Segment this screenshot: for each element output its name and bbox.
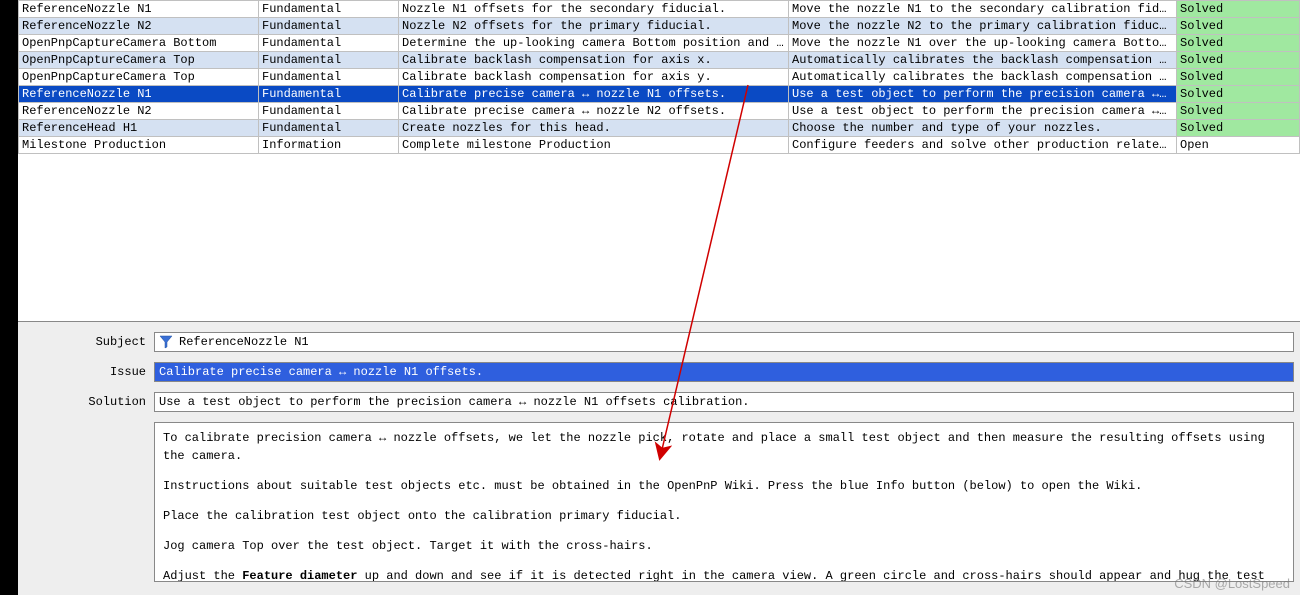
cell-status: Solved — [1177, 35, 1300, 52]
desc-line: Instructions about suitable test objects… — [163, 477, 1285, 495]
cell-solution: Choose the number and type of your nozzl… — [789, 120, 1177, 137]
cell-solution: Use a test object to perform the precisi… — [789, 86, 1177, 103]
issues-table-area: ReferenceNozzle N1FundamentalNozzle N1 o… — [18, 0, 1300, 322]
cell-status: Open — [1177, 137, 1300, 154]
cell-severity: Fundamental — [259, 120, 399, 137]
table-row[interactable]: ReferenceNozzle N1FundamentalNozzle N1 o… — [19, 1, 1300, 18]
solution-value: Use a test object to perform the precisi… — [159, 393, 750, 411]
cell-issue: Calibrate backlash compensation for axis… — [399, 69, 789, 86]
left-gutter — [0, 0, 18, 595]
detail-panel: Subject ReferenceNozzle N1 Issue Calibra… — [18, 322, 1300, 595]
cell-status: Solved — [1177, 1, 1300, 18]
cell-subject: OpenPnpCaptureCamera Top — [19, 52, 259, 69]
cell-solution: Automatically calibrates the backlash co… — [789, 69, 1177, 86]
cell-issue: Complete milestone Production — [399, 137, 789, 154]
table-row[interactable]: ReferenceNozzle N2FundamentalCalibrate p… — [19, 103, 1300, 120]
issue-label: Issue — [24, 365, 154, 379]
cell-status: Solved — [1177, 69, 1300, 86]
description-box[interactable]: To calibrate precision camera ↔ nozzle o… — [154, 422, 1294, 582]
cell-issue: Calibrate precise camera ↔ nozzle N2 off… — [399, 103, 789, 120]
table-row[interactable]: OpenPnpCaptureCamera BottomFundamentalDe… — [19, 35, 1300, 52]
desc-line: Jog camera Top over the test object. Tar… — [163, 537, 1285, 555]
cell-status: Solved — [1177, 120, 1300, 137]
cell-status: Solved — [1177, 86, 1300, 103]
issue-field[interactable]: Calibrate precise camera ↔ nozzle N1 off… — [154, 362, 1294, 382]
funnel-icon — [159, 335, 173, 349]
desc-line: Place the calibration test object onto t… — [163, 507, 1285, 525]
cell-status: Solved — [1177, 18, 1300, 35]
desc-line: To calibrate precision camera ↔ nozzle o… — [163, 429, 1285, 465]
cell-subject: ReferenceNozzle N2 — [19, 18, 259, 35]
cell-solution: Move the nozzle N1 to the secondary cali… — [789, 1, 1177, 18]
subject-label: Subject — [24, 335, 154, 349]
table-row[interactable]: ReferenceHead H1FundamentalCreate nozzle… — [19, 120, 1300, 137]
cell-solution: Use a test object to perform the precisi… — [789, 103, 1177, 120]
cell-issue: Determine the up-looking camera Bottom p… — [399, 35, 789, 52]
cell-issue: Calibrate backlash compensation for axis… — [399, 52, 789, 69]
cell-subject: OpenPnpCaptureCamera Bottom — [19, 35, 259, 52]
cell-solution: Automatically calibrates the backlash co… — [789, 52, 1177, 69]
table-row[interactable]: ReferenceNozzle N1FundamentalCalibrate p… — [19, 86, 1300, 103]
cell-issue: Nozzle N1 offsets for the secondary fidu… — [399, 1, 789, 18]
cell-issue: Create nozzles for this head. — [399, 120, 789, 137]
cell-issue: Calibrate precise camera ↔ nozzle N1 off… — [399, 86, 789, 103]
cell-severity: Fundamental — [259, 1, 399, 18]
cell-subject: ReferenceHead H1 — [19, 120, 259, 137]
cell-severity: Fundamental — [259, 35, 399, 52]
table-row[interactable]: ReferenceNozzle N2FundamentalNozzle N2 o… — [19, 18, 1300, 35]
cell-subject: ReferenceNozzle N2 — [19, 103, 259, 120]
cell-severity: Fundamental — [259, 18, 399, 35]
watermark: CSDN @LostSpeed — [1174, 576, 1290, 591]
subject-value: ReferenceNozzle N1 — [179, 333, 309, 351]
desc-line: Adjust the Feature diameter up and down … — [163, 567, 1285, 582]
subject-field[interactable]: ReferenceNozzle N1 — [154, 332, 1294, 352]
cell-solution: Move the nozzle N2 to the primary calibr… — [789, 18, 1177, 35]
issues-table[interactable]: ReferenceNozzle N1FundamentalNozzle N1 o… — [18, 0, 1300, 154]
cell-subject: Milestone Production — [19, 137, 259, 154]
cell-solution: Configure feeders and solve other produc… — [789, 137, 1177, 154]
solution-label: Solution — [24, 395, 154, 409]
cell-status: Solved — [1177, 52, 1300, 69]
cell-severity: Fundamental — [259, 69, 399, 86]
table-row[interactable]: Milestone ProductionInformationComplete … — [19, 137, 1300, 154]
cell-status: Solved — [1177, 103, 1300, 120]
cell-subject: ReferenceNozzle N1 — [19, 1, 259, 18]
cell-subject: ReferenceNozzle N1 — [19, 86, 259, 103]
cell-severity: Fundamental — [259, 86, 399, 103]
cell-issue: Nozzle N2 offsets for the primary fiduci… — [399, 18, 789, 35]
solution-field[interactable]: Use a test object to perform the precisi… — [154, 392, 1294, 412]
cell-severity: Information — [259, 137, 399, 154]
table-row[interactable]: OpenPnpCaptureCamera TopFundamentalCalib… — [19, 52, 1300, 69]
cell-severity: Fundamental — [259, 103, 399, 120]
table-row[interactable]: OpenPnpCaptureCamera TopFundamentalCalib… — [19, 69, 1300, 86]
issue-value: Calibrate precise camera ↔ nozzle N1 off… — [159, 363, 483, 381]
cell-severity: Fundamental — [259, 52, 399, 69]
cell-solution: Move the nozzle N1 over the up-looking c… — [789, 35, 1177, 52]
cell-subject: OpenPnpCaptureCamera Top — [19, 69, 259, 86]
